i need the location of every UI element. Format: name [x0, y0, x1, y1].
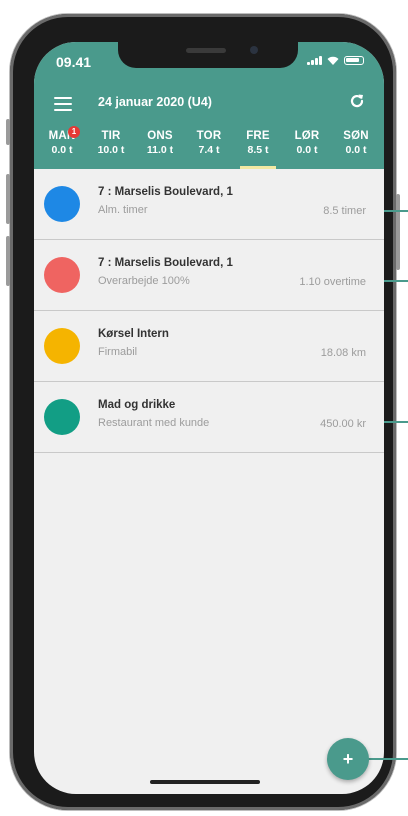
entry-row[interactable]: Kørsel Intern Firmabil 18.08 km [34, 311, 384, 382]
entry-row[interactable]: 7 : Marselis Boulevard, 1 Alm. timer 8.5… [34, 169, 384, 240]
battery-icon [344, 56, 364, 65]
entry-subtitle: Overarbejde 100% [98, 275, 190, 287]
speaker-grille [186, 48, 226, 53]
week-day-selector: MAN 0.0 t 1 TIR 10.0 t ONS 11.0 t TOR 7.… [34, 126, 384, 169]
day-tab-tir[interactable]: TIR 10.0 t [89, 128, 133, 169]
notification-badge: 1 [68, 126, 80, 138]
day-tab-son[interactable]: SØN 0.0 t [334, 128, 378, 169]
day-hours: 7.4 t [198, 144, 220, 156]
entry-value: 18.08 km [320, 347, 366, 359]
entry-color-dot [44, 328, 80, 364]
entry-value: 1.10 overtime [299, 276, 366, 288]
day-tab-lor[interactable]: LØR 0.0 t [285, 128, 329, 169]
entry-title: 7 : Marselis Boulevard, 1 [98, 186, 233, 198]
entry-value: 450.00 kr [320, 418, 366, 430]
app-header: 09.41 24 januar 2020 (U4) MAN 0.0 t 1 TI… [34, 42, 384, 169]
day-hours: 0.0 t [296, 144, 318, 156]
home-indicator [150, 780, 260, 784]
day-name: LØR [294, 130, 320, 142]
refresh-icon[interactable] [348, 92, 366, 110]
hamburger-icon[interactable] [54, 97, 72, 111]
status-icons [307, 56, 364, 65]
day-hours: 8.5 t [247, 144, 269, 156]
day-name: ONS [147, 130, 173, 142]
camera-icon [250, 46, 258, 54]
entry-subtitle: Alm. timer [98, 204, 148, 216]
entry-title: Mad og drikke [98, 399, 176, 411]
signal-icon [307, 56, 322, 65]
entry-title: 7 : Marselis Boulevard, 1 [98, 257, 233, 269]
power-button [396, 194, 400, 270]
entry-subtitle: Restaurant med kunde [98, 417, 210, 429]
app-screen: 09.41 24 januar 2020 (U4) MAN 0.0 t 1 TI… [34, 42, 384, 794]
entry-list: 7 : Marselis Boulevard, 1 Alm. timer 8.5… [34, 169, 384, 453]
day-tab-ons[interactable]: ONS 11.0 t [138, 128, 182, 169]
volume-down-button [6, 236, 10, 286]
entry-subtitle: Firmabil [98, 346, 138, 358]
status-time: 09.41 [56, 54, 92, 70]
entry-value: 8.5 timer [323, 205, 366, 217]
callout-line [384, 210, 408, 212]
callout-line [368, 758, 408, 760]
day-tab-fre[interactable]: FRE 8.5 t [236, 128, 280, 169]
day-name: FRE [246, 130, 270, 142]
day-hours: 10.0 t [97, 144, 125, 156]
day-name: TIR [101, 130, 121, 142]
callout-line [384, 421, 408, 423]
add-entry-button[interactable]: + [327, 738, 369, 780]
notch [118, 42, 298, 68]
mute-switch [6, 119, 10, 145]
volume-up-button [6, 174, 10, 224]
day-hours: 0.0 t [345, 144, 367, 156]
callout-line [384, 280, 408, 282]
day-hours: 11.0 t [146, 144, 174, 156]
day-name: TOR [196, 130, 222, 142]
date-title: 24 januar 2020 (U4) [98, 95, 212, 109]
day-hours: 0.0 t [51, 144, 73, 156]
entry-row[interactable]: 7 : Marselis Boulevard, 1 Overarbejde 10… [34, 240, 384, 311]
entry-title: Kørsel Intern [98, 328, 169, 340]
day-tab-tor[interactable]: TOR 7.4 t [187, 128, 231, 169]
entry-color-dot [44, 186, 80, 222]
wifi-icon [327, 56, 339, 65]
day-name: SØN [343, 130, 369, 142]
day-tab-man[interactable]: MAN 0.0 t 1 [40, 126, 84, 169]
entry-color-dot [44, 257, 80, 293]
entry-color-dot [44, 399, 80, 435]
entry-row[interactable]: Mad og drikke Restaurant med kunde 450.0… [34, 382, 384, 453]
